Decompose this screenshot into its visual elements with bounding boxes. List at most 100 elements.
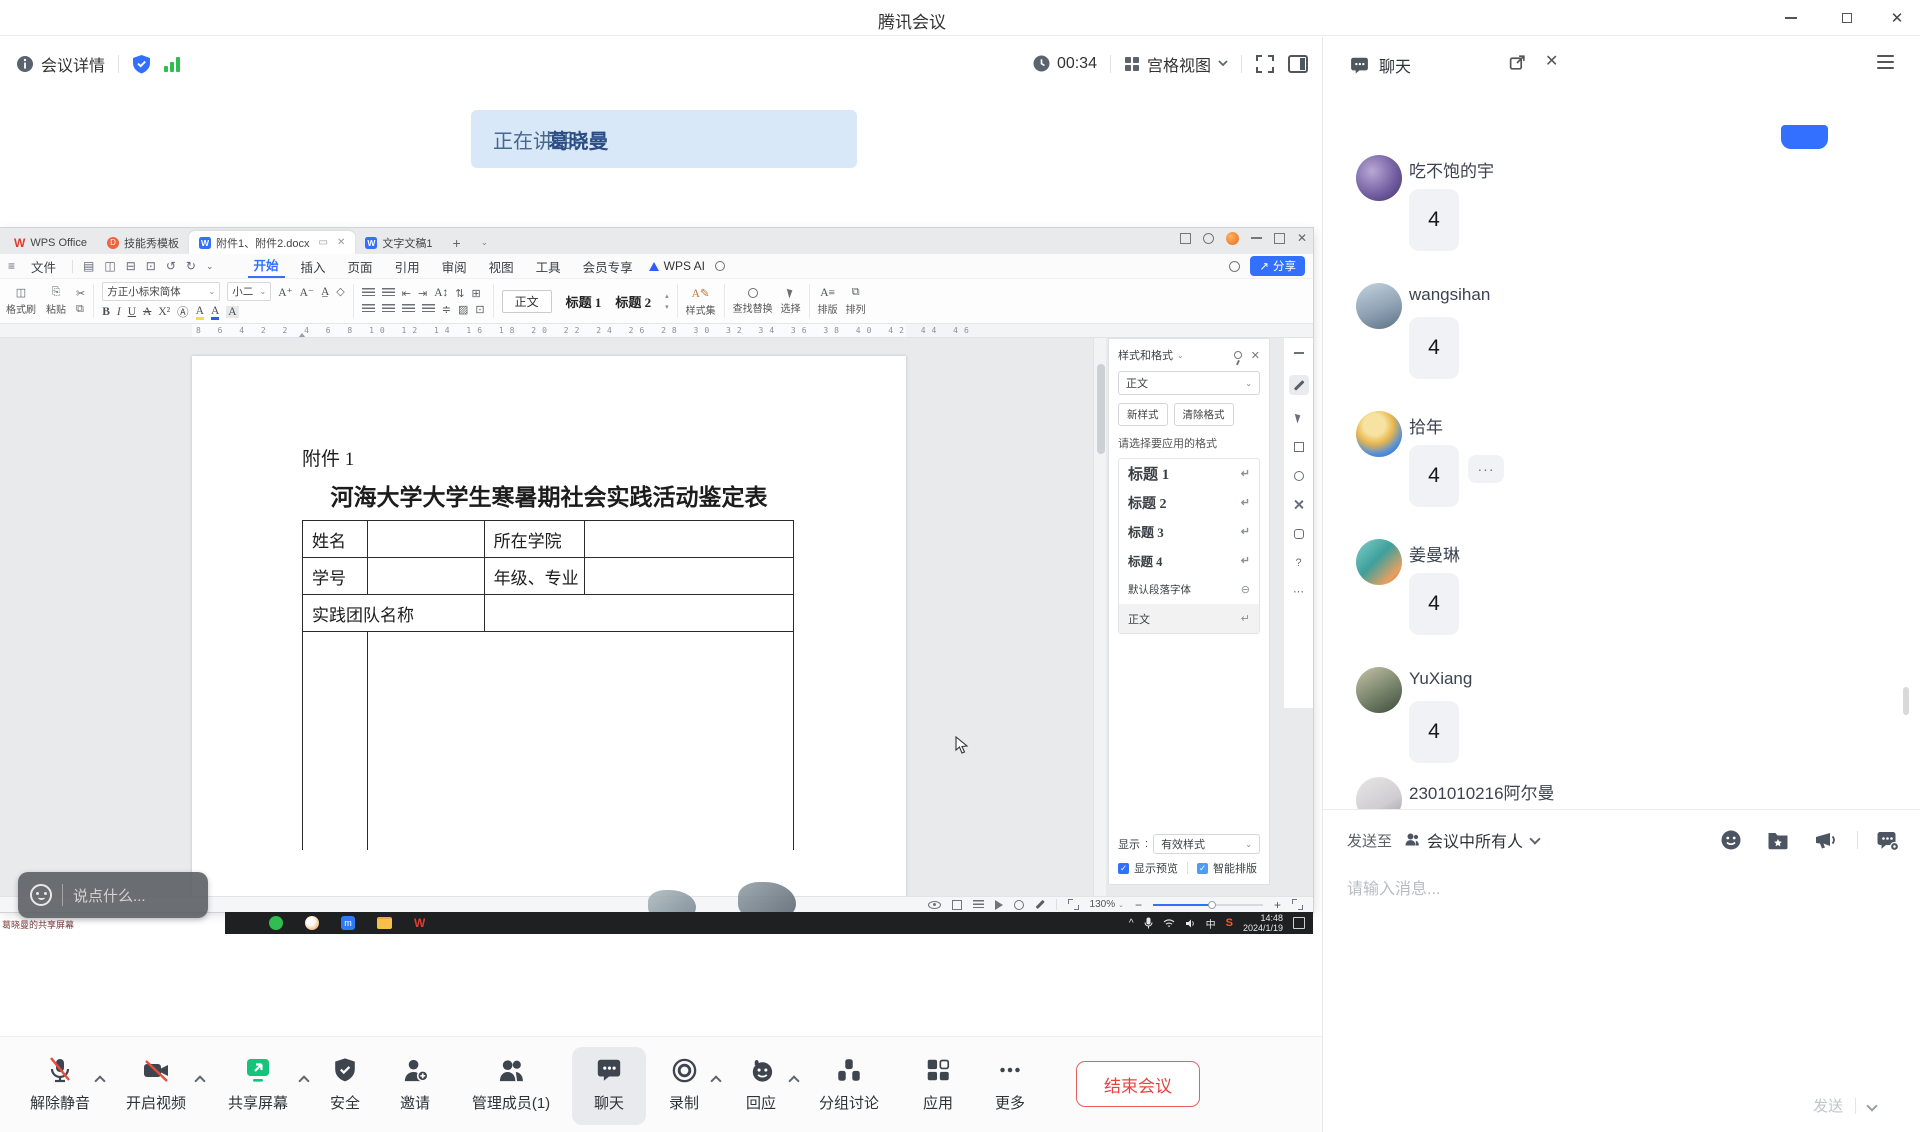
undo-icon[interactable]: ↺	[166, 259, 176, 273]
proof-tool-icon[interactable]	[1292, 469, 1305, 482]
emoji-icon[interactable]	[1720, 829, 1742, 851]
send-button[interactable]: 发送	[1813, 1095, 1843, 1116]
zoom-level-control[interactable]: 130%⌄	[1090, 899, 1124, 910]
wps-restore-icon[interactable]	[1274, 233, 1285, 244]
style-item-h2[interactable]: 标题 2↵	[1119, 488, 1259, 517]
popout-icon[interactable]	[1508, 53, 1527, 72]
char-shading-button[interactable]: A	[226, 306, 238, 318]
grow-font-icon[interactable]: A⁺	[278, 285, 292, 299]
share-options-chevron[interactable]	[298, 1075, 309, 1086]
security-button[interactable]: 安全	[310, 1047, 380, 1125]
new-style-button[interactable]: 新样式	[1118, 403, 1168, 426]
end-meeting-button[interactable]: 结束会议	[1076, 1061, 1200, 1107]
invite-button[interactable]: 邀请	[380, 1047, 450, 1125]
zoom-in-button[interactable]: +	[1274, 898, 1281, 912]
text-effect-icon[interactable]: A̲	[321, 286, 329, 298]
styles-panel-title-row[interactable]: 样式和格式⌄	[1118, 347, 1184, 363]
wps-doc-tab-template[interactable]: D技能秀模板	[97, 231, 189, 254]
reactions-button[interactable]: 回应	[722, 1047, 800, 1125]
bullet-list-icon[interactable]	[362, 288, 375, 298]
style-item-h3[interactable]: 标题 3↵	[1119, 517, 1259, 546]
ink-icon[interactable]	[1035, 900, 1044, 909]
select-button[interactable]: 选择	[781, 288, 801, 315]
save-icon[interactable]: ▤	[83, 259, 94, 273]
favorites-folder-icon[interactable]	[1767, 830, 1789, 850]
manage-members-button[interactable]: 管理成员(1)	[450, 1047, 572, 1125]
pin-icon[interactable]	[1234, 351, 1242, 359]
smiley-icon[interactable]	[30, 884, 52, 906]
cut-tool-icon[interactable]	[1292, 498, 1305, 511]
avatar[interactable]	[1356, 155, 1402, 201]
number-list-icon[interactable]	[382, 288, 395, 298]
help-icon[interactable]: ?	[1292, 556, 1305, 569]
fullscreen-doc-icon[interactable]	[1292, 899, 1303, 910]
document-scrollbar[interactable]	[1093, 338, 1106, 896]
send-options-chevron[interactable]	[1866, 1100, 1877, 1111]
clear-format-icon[interactable]: ◇	[336, 285, 344, 298]
danmaku-bubble[interactable]: 说点什么...	[18, 872, 208, 918]
tray-wifi-icon[interactable]	[1163, 918, 1175, 928]
style-item-normal[interactable]: 正文↵	[1119, 604, 1259, 633]
strip-more-icon[interactable]: ⋯	[1292, 585, 1305, 598]
hamburger-menu-icon[interactable]: ≡	[8, 259, 15, 273]
chat-close-icon[interactable]: ✕	[1545, 51, 1558, 71]
style-item-default-font[interactable]: 默认段落字体⊖	[1119, 575, 1259, 604]
sign-tool-icon[interactable]	[1292, 440, 1305, 453]
play-view-icon[interactable]	[995, 900, 1003, 910]
avatar[interactable]	[1356, 539, 1402, 585]
menu-tools[interactable]: 工具	[530, 257, 567, 276]
tray-ime-indicator[interactable]: 中	[1206, 916, 1216, 931]
strikethrough-button[interactable]: A	[143, 306, 151, 318]
chat-settings-icon[interactable]	[1876, 830, 1899, 851]
border-icon[interactable]: ⊡	[475, 303, 484, 316]
superscript-button[interactable]: X²	[158, 306, 170, 318]
share-screen-button[interactable]: 共享屏幕	[206, 1047, 310, 1125]
side-panel-toggle-icon[interactable]	[1288, 55, 1308, 73]
taskbar-clock[interactable]: 14:48 2024/1/19	[1243, 913, 1283, 934]
font-color-button[interactable]: A	[211, 305, 219, 320]
new-tab-button[interactable]: +	[442, 231, 470, 254]
page-view-icon[interactable]	[952, 900, 962, 910]
highlight-pen-icon[interactable]	[1289, 375, 1309, 395]
meeting-details-button[interactable]: 会议详情	[16, 52, 105, 76]
shape-tool-icon[interactable]	[1292, 527, 1305, 540]
align-center-icon[interactable]	[382, 304, 395, 314]
start-video-button[interactable]: 开启视频	[106, 1047, 206, 1125]
avatar[interactable]	[1356, 411, 1402, 457]
outline-view-icon[interactable]	[973, 900, 984, 910]
apps-button[interactable]: 应用	[898, 1047, 978, 1125]
style-heading1-chip[interactable]: 标题 1	[566, 292, 602, 311]
unmute-options-chevron[interactable]	[94, 1075, 105, 1086]
chat-message-list[interactable]: 吃不饱的宇 4 wangsihan 4 拾年 4 ··· 姜曼琳 4	[1323, 91, 1920, 809]
document-page[interactable]: 附件 1 河海大学大学生寒暑期社会实践活动鉴定表 姓名 所在学院 学号 年级、	[192, 356, 906, 896]
record-options-chevron[interactable]	[710, 1075, 721, 1086]
menu-review[interactable]: 审阅	[436, 257, 473, 276]
send-to-chevron-icon[interactable]	[1529, 833, 1540, 844]
taskbar-app-green-icon[interactable]	[269, 916, 283, 930]
italic-button[interactable]: I	[117, 306, 121, 318]
style-item-h1[interactable]: 标题 1↵	[1119, 459, 1259, 488]
clear-format-button[interactable]: 清除格式	[1174, 403, 1234, 426]
fit-page-icon[interactable]	[1068, 899, 1079, 910]
cut-icon[interactable]: ✂	[76, 287, 85, 300]
wps-home-tab[interactable]: WWPS Office	[4, 231, 97, 254]
chat-button[interactable]: 聊天	[572, 1047, 646, 1125]
wps-doc-tab-draft[interactable]: W文字文稿1	[355, 231, 442, 254]
fullscreen-icon[interactable]	[1255, 54, 1275, 74]
tray-mic-icon[interactable]	[1144, 917, 1153, 929]
tray-notification-icon[interactable]	[1293, 917, 1305, 929]
search-icon[interactable]	[715, 261, 725, 271]
megaphone-icon[interactable]	[1814, 830, 1837, 851]
chat-message-input[interactable]: 请输入消息...	[1347, 875, 1887, 899]
avatar[interactable]	[1356, 667, 1402, 713]
select-tool-icon[interactable]	[1292, 411, 1305, 424]
arrange-button[interactable]: ⧉排列	[846, 286, 866, 316]
view-mode-button[interactable]: 宫格视图	[1124, 52, 1228, 76]
reactions-options-chevron[interactable]	[788, 1075, 799, 1086]
style-set-button[interactable]: A✎样式集	[686, 286, 716, 317]
more-button[interactable]: 更多	[978, 1047, 1042, 1125]
redo-icon[interactable]: ↻	[186, 259, 196, 273]
zoom-out-button[interactable]: −	[1135, 898, 1142, 912]
wps-ai-button[interactable]: WPS AI	[649, 259, 705, 273]
menu-reference[interactable]: 引用	[389, 257, 426, 276]
